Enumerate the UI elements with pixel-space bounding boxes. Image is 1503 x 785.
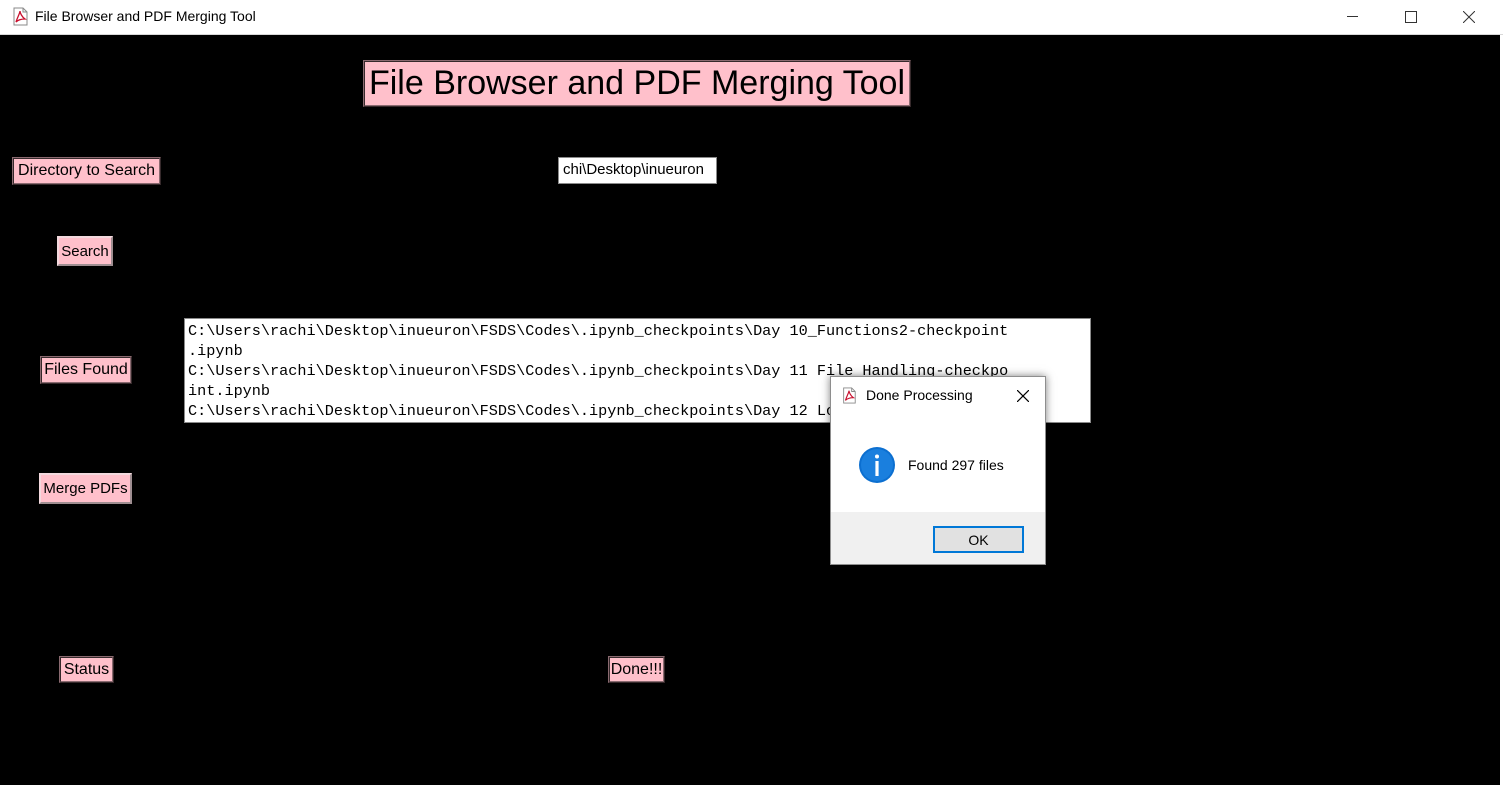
- directory-label: Directory to Search: [12, 157, 161, 185]
- dialog-title: Done Processing: [866, 387, 973, 403]
- pdf-app-icon: [13, 7, 28, 26]
- status-label: Status: [59, 656, 114, 683]
- minimize-icon: [1347, 16, 1358, 17]
- maximize-button[interactable]: [1382, 0, 1440, 34]
- minimize-button[interactable]: [1324, 0, 1382, 34]
- page-title: File Browser and PDF Merging Tool: [363, 60, 911, 107]
- dialog-close-button[interactable]: [1009, 383, 1037, 409]
- close-button[interactable]: [1440, 0, 1498, 34]
- done-processing-dialog: Done Processing Found 297 files OK: [830, 376, 1046, 565]
- close-icon: [1463, 11, 1475, 23]
- maximize-icon: [1405, 11, 1417, 23]
- ok-button[interactable]: OK: [933, 526, 1024, 553]
- close-icon: [1017, 390, 1029, 402]
- status-value: Done!!!: [608, 656, 665, 683]
- dialog-message: Found 297 files: [908, 457, 1004, 473]
- window-titlebar: File Browser and PDF Merging Tool: [0, 0, 1503, 35]
- window-title: File Browser and PDF Merging Tool: [35, 8, 256, 24]
- pdf-app-icon: [843, 387, 856, 404]
- files-found-label: Files Found: [40, 356, 132, 384]
- merge-pdfs-button[interactable]: Merge PDFs: [39, 473, 132, 504]
- search-button[interactable]: Search: [57, 236, 113, 266]
- file-line: C:\Users\rachi\Desktop\inueuron\FSDS\Cod…: [188, 322, 1009, 340]
- info-icon: [859, 447, 895, 483]
- file-line: .ipynb: [188, 342, 243, 360]
- directory-input[interactable]: chi\Desktop\inueuron: [558, 157, 717, 184]
